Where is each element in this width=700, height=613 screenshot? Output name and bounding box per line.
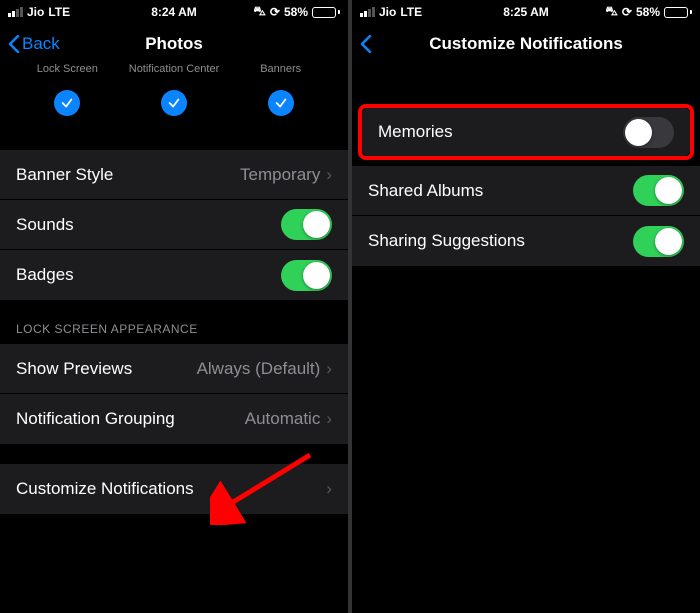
row-notification-grouping[interactable]: Notification Grouping Automatic ›: [0, 394, 348, 444]
back-label: Back: [22, 34, 60, 54]
signal-icon: [360, 7, 375, 17]
toggle-sharing-suggestions[interactable]: [633, 226, 684, 257]
row-memories: Memories: [362, 108, 690, 156]
row-label: Shared Albums: [368, 181, 483, 201]
check-lockscreen[interactable]: [54, 90, 80, 116]
check-notification-center[interactable]: [161, 90, 187, 116]
chevron-right-icon: ›: [326, 165, 332, 185]
toggle-sounds[interactable]: [281, 209, 332, 240]
back-button[interactable]: Back: [8, 34, 60, 54]
section-header-lockscreen: LOCK SCREEN APPEARANCE: [0, 300, 348, 344]
chevron-left-icon: [8, 35, 20, 53]
toggle-badges[interactable]: [281, 260, 332, 291]
row-value: Always (Default): [197, 359, 321, 379]
row-value: Automatic: [245, 409, 321, 429]
battery-percent: 58%: [636, 5, 660, 19]
phone-right: Jio LTE 8:25 AM ⛍ ⟳ 58% Customize Notifi…: [352, 0, 700, 613]
status-bar: Jio LTE 8:25 AM ⛍ ⟳ 58%: [352, 0, 700, 22]
check-icon: [274, 96, 288, 110]
clock: 8:24 AM: [151, 5, 197, 19]
highlight-memories: Memories: [358, 104, 694, 160]
status-bar: Jio LTE 8:24 AM ⛍ ⟳ 58%: [0, 0, 348, 22]
rotation-lock-icon: ⟳: [270, 5, 280, 19]
row-shared-albums: Shared Albums: [352, 166, 700, 216]
row-sharing-suggestions: Sharing Suggestions: [352, 216, 700, 266]
row-label: Badges: [16, 265, 74, 285]
row-label: Memories: [378, 122, 453, 142]
nav-bar: Back Photos: [0, 22, 348, 66]
rotation-lock-icon: ⟳: [622, 5, 632, 19]
nav-bar: Customize Notifications: [352, 22, 700, 66]
row-customize-notifications[interactable]: Customize Notifications ›: [0, 464, 348, 514]
row-show-previews[interactable]: Show Previews Always (Default) ›: [0, 344, 348, 394]
battery-percent: 58%: [284, 5, 308, 19]
page-title: Photos: [145, 34, 203, 54]
row-label: Banner Style: [16, 165, 113, 185]
row-label: Customize Notifications: [16, 479, 194, 499]
driving-icon: ⛍: [254, 4, 266, 20]
row-banner-style[interactable]: Banner Style Temporary ›: [0, 150, 348, 200]
row-sounds: Sounds: [0, 200, 348, 250]
chevron-right-icon: ›: [326, 409, 332, 429]
page-title: Customize Notifications: [429, 34, 623, 54]
phone-left: Jio LTE 8:24 AM ⛍ ⟳ 58% Back Photos Lock…: [0, 0, 348, 613]
toggle-memories[interactable]: [623, 117, 674, 148]
row-label: Sharing Suggestions: [368, 231, 525, 251]
check-icon: [167, 96, 181, 110]
driving-icon: ⛍: [606, 4, 618, 20]
row-label: Sounds: [16, 215, 74, 235]
toggle-shared-albums[interactable]: [633, 175, 684, 206]
chevron-left-icon: [360, 35, 372, 53]
chevron-right-icon: ›: [326, 479, 332, 499]
battery-icon: [312, 7, 340, 18]
back-button[interactable]: [360, 35, 372, 53]
chevron-right-icon: ›: [326, 359, 332, 379]
check-icon: [60, 96, 74, 110]
network-label: LTE: [400, 5, 422, 19]
clock: 8:25 AM: [503, 5, 549, 19]
signal-icon: [8, 7, 23, 17]
network-label: LTE: [48, 5, 70, 19]
row-badges: Badges: [0, 250, 348, 300]
alert-style-checks: [0, 80, 348, 130]
row-label: Notification Grouping: [16, 409, 175, 429]
row-value: Temporary: [240, 165, 320, 185]
check-banners[interactable]: [268, 90, 294, 116]
carrier-label: Jio: [379, 5, 396, 19]
battery-icon: [664, 7, 692, 18]
row-label: Show Previews: [16, 359, 132, 379]
carrier-label: Jio: [27, 5, 44, 19]
